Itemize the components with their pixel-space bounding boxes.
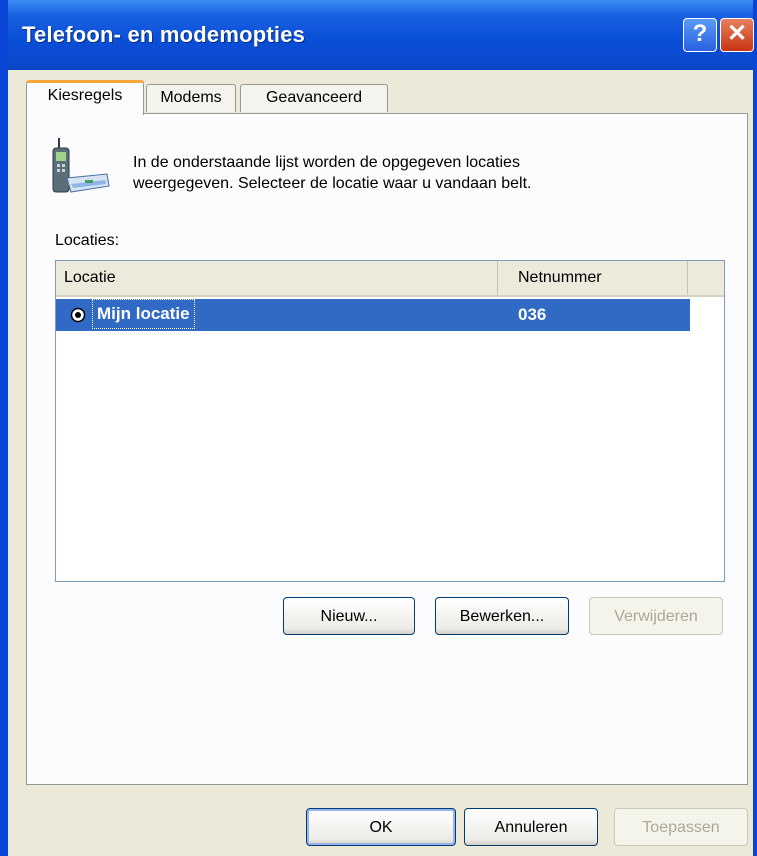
info-line-1: In de onderstaande lijst worden de opgeg… bbox=[133, 154, 520, 171]
column-header-locatie[interactable]: Locatie bbox=[56, 261, 498, 295]
column-header-netnummer[interactable]: Netnummer bbox=[498, 261, 688, 295]
locations-list[interactable]: Locatie Netnummer Mijn locatie 036 bbox=[55, 260, 725, 582]
close-button[interactable]: ✕ bbox=[720, 18, 754, 52]
tab-modems[interactable]: Modems bbox=[146, 84, 236, 112]
title-bar[interactable]: Telefoon- en modemopties ? ✕ bbox=[8, 0, 754, 70]
help-button[interactable]: ? bbox=[683, 18, 717, 52]
tab-panel: In de onderstaande lijst worden de opgeg… bbox=[26, 113, 748, 785]
tab-geavanceerd[interactable]: Geavanceerd bbox=[240, 84, 388, 112]
phone-modem-icon bbox=[52, 138, 110, 193]
locations-label: Locaties: bbox=[55, 232, 120, 249]
location-name: Mijn locatie bbox=[92, 299, 195, 329]
list-header: Locatie Netnummer bbox=[56, 261, 724, 297]
selected-radio-icon bbox=[70, 307, 86, 323]
ok-button[interactable]: OK bbox=[306, 808, 456, 846]
apply-button[interactable]: Toepassen bbox=[614, 808, 748, 846]
column-header-filler bbox=[688, 261, 724, 295]
info-line-2: weergegeven. Selecteer de locatie waar u… bbox=[133, 175, 532, 192]
edit-button[interactable]: Bewerken... bbox=[435, 597, 569, 635]
new-button[interactable]: Nieuw... bbox=[283, 597, 415, 635]
cancel-button[interactable]: Annuleren bbox=[464, 808, 598, 846]
window-title: Telefoon- en modemopties bbox=[22, 22, 306, 47]
area-code: 036 bbox=[518, 305, 547, 324]
delete-button[interactable]: Verwijderen bbox=[589, 597, 723, 635]
tab-kiesregels[interactable]: Kiesregels bbox=[26, 80, 144, 115]
list-item[interactable]: Mijn locatie 036 bbox=[56, 299, 690, 331]
info-text: In de onderstaande lijst worden de opgeg… bbox=[133, 152, 673, 194]
